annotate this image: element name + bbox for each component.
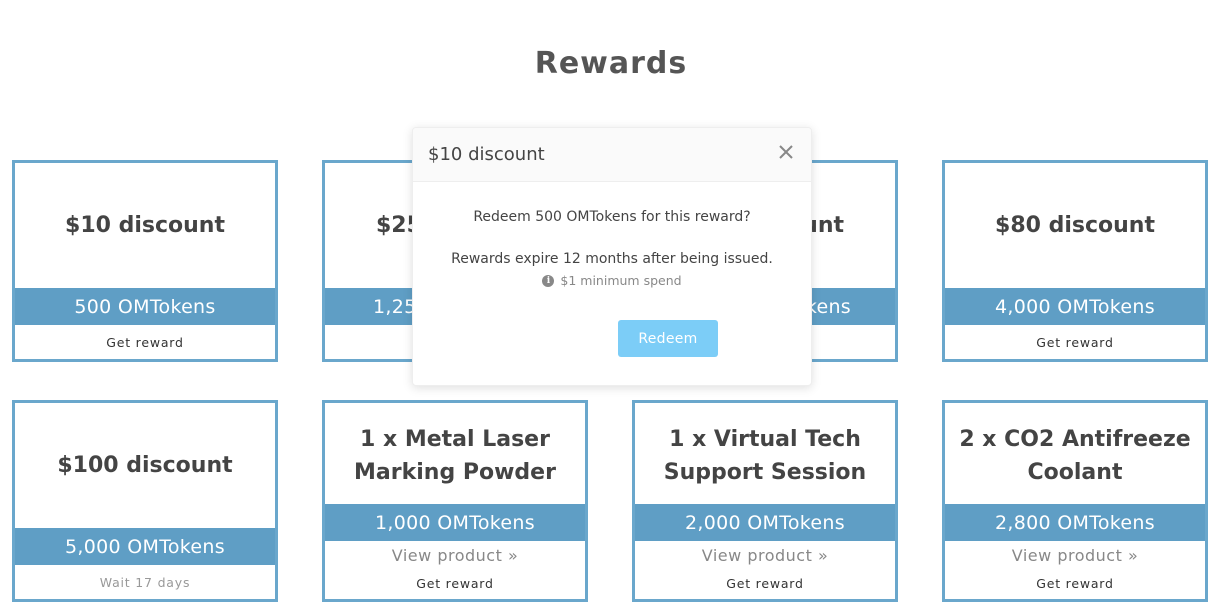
modal-header: $10 discount [413, 128, 811, 182]
minimum-spend: i $1 minimum spend [413, 273, 811, 288]
redeem-button[interactable]: Redeem [618, 320, 718, 357]
reward-price: 5,000 OMTokens [15, 528, 275, 565]
redeem-question: Redeem 500 OMTokens for this reward? [473, 209, 751, 225]
reward-price: 2,800 OMTokens [945, 504, 1205, 541]
get-reward-button[interactable]: Get reward [945, 567, 1205, 599]
reward-card: $80 discount 4,000 OMTokens Get reward [942, 160, 1208, 362]
reward-price: 4,000 OMTokens [945, 288, 1205, 325]
minimum-spend-text: $1 minimum spend [560, 273, 682, 288]
reward-card: 1 x Virtual Tech Support Session 2,000 O… [632, 400, 898, 602]
view-product-link[interactable]: View product » [945, 541, 1205, 567]
reward-price: 1,000 OMTokens [325, 504, 585, 541]
reward-title: $80 discount [995, 213, 1155, 238]
get-reward-button[interactable]: Get reward [635, 567, 895, 599]
reward-card: 2 x CO2 Antifreeze Coolant 2,800 OMToken… [942, 400, 1208, 602]
get-reward-button[interactable]: Get reward [945, 325, 1205, 359]
reward-title: $10 discount [65, 213, 225, 238]
expiry-notice: Rewards expire 12 months after being iss… [451, 251, 773, 267]
reward-card: $100 discount 5,000 OMTokens Wait 17 day… [12, 400, 278, 602]
info-icon: i [542, 274, 555, 287]
modal-title: $10 discount [428, 144, 545, 165]
reward-card: $10 discount 500 OMTokens Get reward [12, 160, 278, 362]
reward-title: 2 x CO2 Antifreeze Coolant [959, 426, 1191, 485]
reward-card: 1 x Metal Laser Marking Powder 1,000 OMT… [322, 400, 588, 602]
reward-title: 1 x Virtual Tech Support Session [663, 426, 867, 485]
wait-status: Wait 17 days [99, 574, 191, 590]
get-reward-button[interactable]: Get reward [325, 567, 585, 599]
page-title: Rewards [534, 46, 688, 81]
get-reward-button[interactable]: Get reward [15, 325, 275, 359]
close-icon[interactable] [775, 140, 797, 164]
reward-price: 2,000 OMTokens [635, 504, 895, 541]
reward-price-text: 1,25 [373, 295, 417, 318]
reward-title: $100 discount [57, 453, 233, 478]
reward-price-text: kens [805, 295, 851, 318]
reward-title: 1 x Metal Laser Marking Powder [354, 426, 556, 485]
view-product-link[interactable]: View product » [635, 541, 895, 567]
view-product-link[interactable]: View product » [325, 541, 585, 567]
redeem-modal: $10 discount Redeem 500 OMTokens for thi… [412, 127, 812, 386]
reward-price: 500 OMTokens [15, 288, 275, 325]
